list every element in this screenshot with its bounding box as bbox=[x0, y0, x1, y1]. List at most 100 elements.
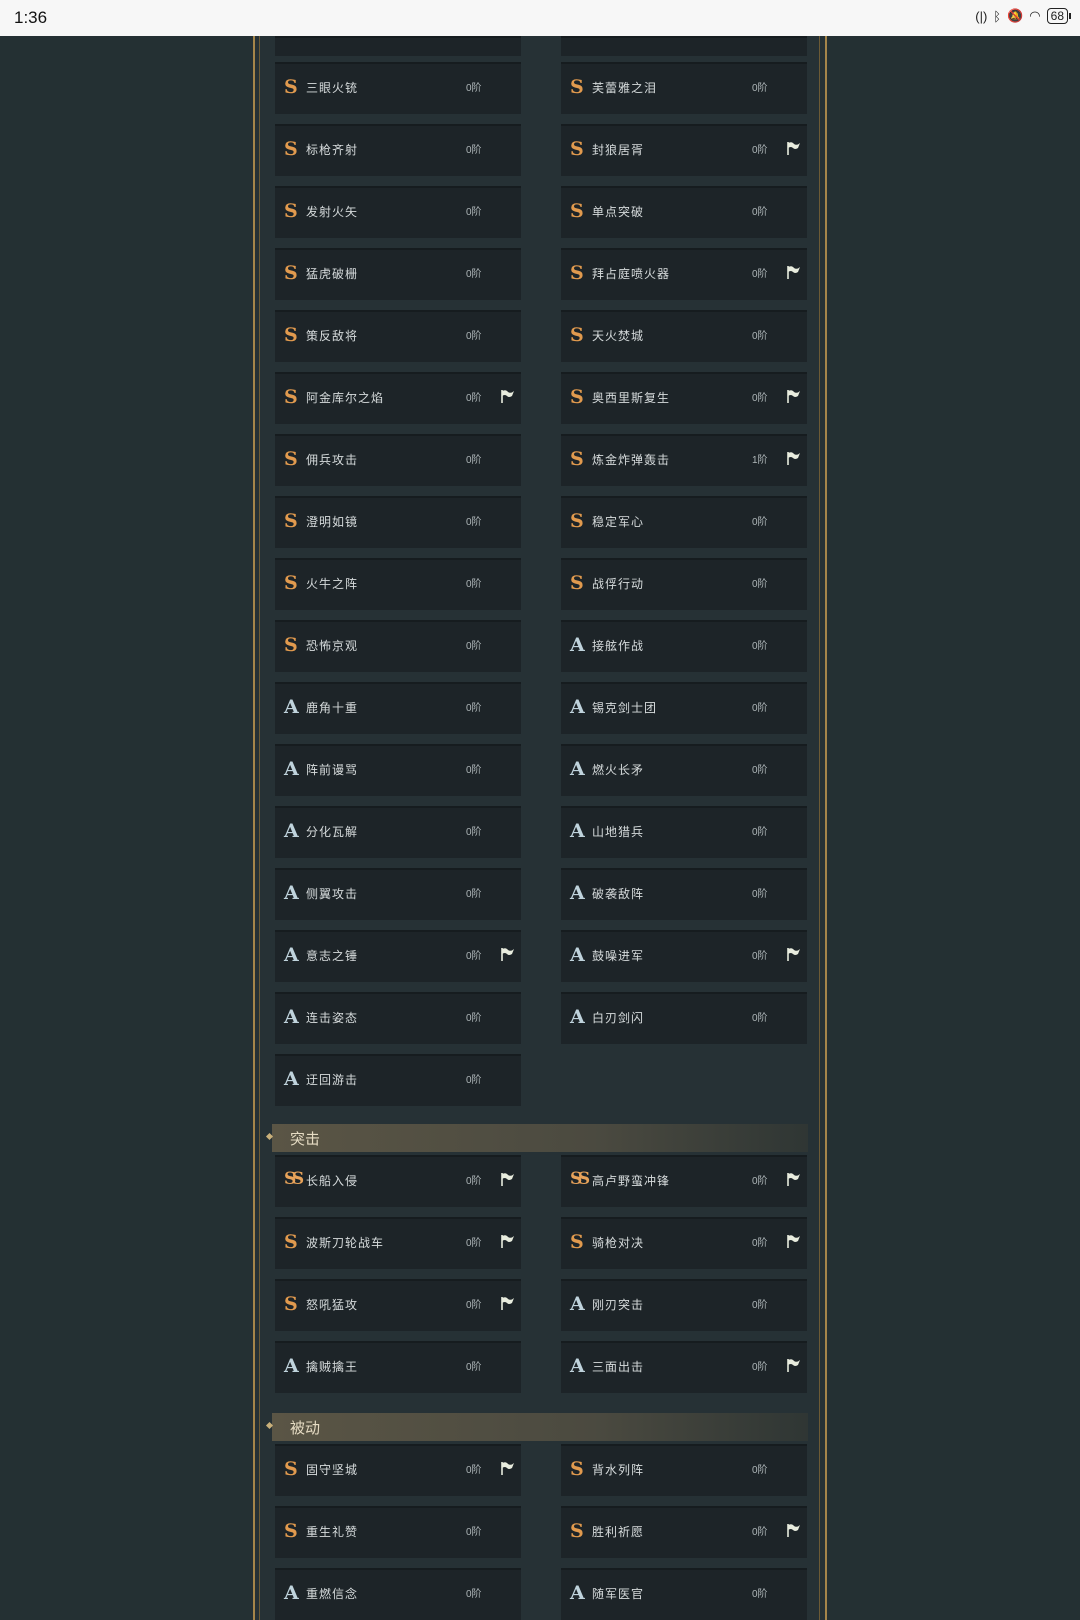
skill-card[interactable]: S 火牛之阵 0阶 bbox=[275, 558, 521, 610]
mute-icon: 🔕 bbox=[1007, 8, 1024, 23]
skill-card[interactable]: S 拜占庭喷火器 0阶 bbox=[561, 248, 807, 300]
skill-tier: 0阶 bbox=[752, 827, 768, 838]
skill-card[interactable]: S 恐怖京观 0阶 bbox=[275, 620, 521, 672]
skill-card[interactable]: A 山地猎兵 0阶 bbox=[561, 806, 807, 858]
grade-badge: S bbox=[284, 510, 298, 532]
flag-icon bbox=[501, 390, 514, 403]
grade-badge: S bbox=[570, 510, 584, 532]
skill-name: 意志之锤 bbox=[306, 949, 359, 963]
skill-card[interactable]: A 燃火长矛 0阶 bbox=[561, 744, 807, 796]
skill-tier: 0阶 bbox=[466, 1362, 482, 1373]
grade-badge: A bbox=[570, 758, 585, 780]
skill-card[interactable]: S 背水列阵 0阶 bbox=[561, 1444, 807, 1496]
skill-tier: 0阶 bbox=[466, 1176, 482, 1187]
skill-tier: 0阶 bbox=[466, 1013, 482, 1024]
skill-card[interactable]: S 波斯刀轮战车 0阶 bbox=[275, 1217, 521, 1269]
skill-card[interactable]: S 标枪齐射 0阶 bbox=[275, 124, 521, 176]
skill-card[interactable]: A 重燃信念 0阶 bbox=[275, 1568, 521, 1620]
skill-card[interactable]: S 发射火矢 0阶 bbox=[275, 186, 521, 238]
skill-card-partial[interactable] bbox=[275, 36, 521, 56]
grade-badge: S bbox=[570, 1458, 584, 1480]
grade-badge: A bbox=[284, 696, 299, 718]
skill-card[interactable]: S 奥西里斯复生 0阶 bbox=[561, 372, 807, 424]
skill-card[interactable]: A 迂回游击 0阶 bbox=[275, 1054, 521, 1106]
section-title: 被动 bbox=[290, 1420, 321, 1437]
skill-name: 拜占庭喷火器 bbox=[592, 267, 671, 281]
skill-card[interactable]: A 连击姿态 0阶 bbox=[275, 992, 521, 1044]
flag-icon bbox=[787, 1173, 800, 1186]
grade-badge: S bbox=[284, 448, 298, 470]
skill-card[interactable]: S 固守坚城 0阶 bbox=[275, 1444, 521, 1496]
skill-name: 火牛之阵 bbox=[306, 577, 359, 591]
skill-card[interactable]: S 天火焚城 0阶 bbox=[561, 310, 807, 362]
skill-tier: 0阶 bbox=[466, 517, 482, 528]
skill-card[interactable]: S 三眼火铳 0阶 bbox=[275, 62, 521, 114]
skill-card[interactable]: A 阵前谩骂 0阶 bbox=[275, 744, 521, 796]
skill-card[interactable]: A 侧翼攻击 0阶 bbox=[275, 868, 521, 920]
skill-tier: 0阶 bbox=[752, 1527, 768, 1538]
skill-card[interactable]: S 怒吼猛攻 0阶 bbox=[275, 1279, 521, 1331]
skill-card[interactable]: S 芙蕾雅之泪 0阶 bbox=[561, 62, 807, 114]
grade-badge: S bbox=[570, 262, 584, 284]
skill-name: 刚刃突击 bbox=[592, 1298, 645, 1312]
skill-card[interactable]: S 骑枪对决 0阶 bbox=[561, 1217, 807, 1269]
grade-badge: S bbox=[570, 324, 584, 346]
skill-card[interactable]: A 破袭敌阵 0阶 bbox=[561, 868, 807, 920]
skill-card[interactable]: A 刚刃突击 0阶 bbox=[561, 1279, 807, 1331]
flag-icon bbox=[501, 1297, 514, 1310]
skill-card[interactable]: A 分化瓦解 0阶 bbox=[275, 806, 521, 858]
panel-border-right bbox=[825, 36, 827, 1620]
grade-badge: S bbox=[284, 324, 298, 346]
skill-card[interactable]: SS 高卢野蛮冲锋 0阶 bbox=[561, 1155, 807, 1207]
skill-name: 重燃信念 bbox=[306, 1587, 359, 1601]
skill-card[interactable]: S 策反敌将 0阶 bbox=[275, 310, 521, 362]
grade-badge: A bbox=[570, 1355, 585, 1377]
skill-card[interactable]: S 佣兵攻击 0阶 bbox=[275, 434, 521, 486]
skill-card[interactable]: S 澄明如镜 0阶 bbox=[275, 496, 521, 548]
skill-name: 侧翼攻击 bbox=[306, 887, 359, 901]
grade-badge: A bbox=[570, 882, 585, 904]
skill-tier: 0阶 bbox=[752, 579, 768, 590]
skill-card[interactable]: S 稳定军心 0阶 bbox=[561, 496, 807, 548]
skill-tier: 0阶 bbox=[752, 1300, 768, 1311]
skill-name: 阿金库尔之焰 bbox=[306, 391, 385, 405]
skill-card[interactable]: S 战俘行动 0阶 bbox=[561, 558, 807, 610]
grade-badge: S bbox=[570, 1520, 584, 1542]
skill-card[interactable]: A 锡克剑士团 0阶 bbox=[561, 682, 807, 734]
skill-card[interactable]: A 白刃剑闪 0阶 bbox=[561, 992, 807, 1044]
skill-card[interactable]: A 三面出击 0阶 bbox=[561, 1341, 807, 1393]
grade-badge: S bbox=[284, 1293, 298, 1315]
skill-card[interactable]: A 擒贼擒王 0阶 bbox=[275, 1341, 521, 1393]
skill-card-partial[interactable] bbox=[561, 36, 807, 56]
skill-card[interactable]: S 重生礼赞 0阶 bbox=[275, 1506, 521, 1558]
flag-icon bbox=[787, 1235, 800, 1248]
grade-badge: A bbox=[570, 1582, 585, 1604]
skill-card[interactable]: S 封狼居胥 0阶 bbox=[561, 124, 807, 176]
skill-card[interactable]: A 鹿角十重 0阶 bbox=[275, 682, 521, 734]
skill-card[interactable]: A 意志之锤 0阶 bbox=[275, 930, 521, 982]
skill-name: 固守坚城 bbox=[306, 1463, 359, 1477]
grade-badge: S bbox=[570, 572, 584, 594]
grade-badge: S bbox=[284, 262, 298, 284]
skill-card[interactable]: SS 长船入侵 0阶 bbox=[275, 1155, 521, 1207]
wifi-icon: ◠ bbox=[1029, 8, 1041, 23]
skill-card[interactable]: S 猛虎破栅 0阶 bbox=[275, 248, 521, 300]
skill-name: 芙蕾雅之泪 bbox=[592, 81, 658, 95]
skill-tier: 0阶 bbox=[466, 579, 482, 590]
skill-name: 骑枪对决 bbox=[592, 1236, 645, 1250]
skill-tier: 0阶 bbox=[752, 1589, 768, 1600]
skill-name: 三面出击 bbox=[592, 1360, 645, 1374]
skill-card[interactable]: A 随军医官 0阶 bbox=[561, 1568, 807, 1620]
skill-card[interactable]: S 炼金炸弹轰击 1阶 bbox=[561, 434, 807, 486]
skill-tier: 0阶 bbox=[466, 455, 482, 466]
skill-card[interactable]: A 鼓噪进军 0阶 bbox=[561, 930, 807, 982]
skill-name: 随军医官 bbox=[592, 1587, 645, 1601]
grade-badge: S bbox=[284, 572, 298, 594]
skill-card[interactable]: S 胜利祈愿 0阶 bbox=[561, 1506, 807, 1558]
skill-name: 天火焚城 bbox=[592, 329, 645, 343]
skill-card[interactable]: A 接舷作战 0阶 bbox=[561, 620, 807, 672]
skill-card[interactable]: S 单点突破 0阶 bbox=[561, 186, 807, 238]
skill-card[interactable]: S 阿金库尔之焰 0阶 bbox=[275, 372, 521, 424]
skill-tier: 0阶 bbox=[752, 269, 768, 280]
grade-badge: S bbox=[284, 634, 298, 656]
